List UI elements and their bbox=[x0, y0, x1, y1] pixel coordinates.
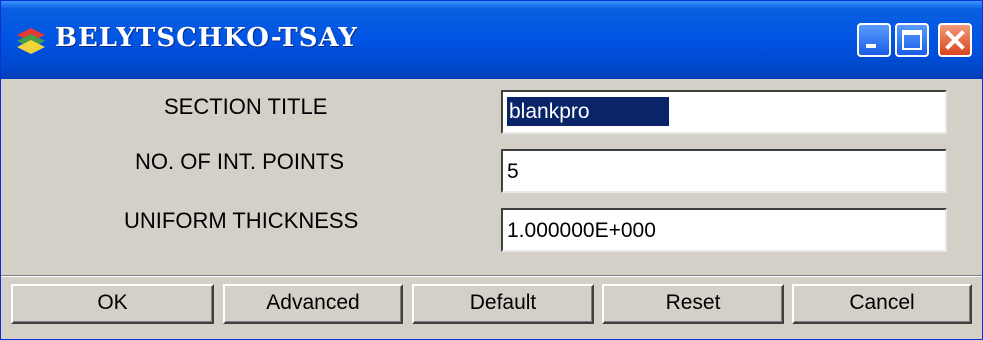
uniform-thickness-value: 1.000000E+000 bbox=[507, 219, 656, 242]
uniform-thickness-input[interactable]: 1.000000E+000 bbox=[501, 208, 947, 252]
section-title-label: SECTION TITLE bbox=[164, 94, 328, 119]
int-points-value: 5 bbox=[507, 160, 519, 183]
int-points-input[interactable]: 5 bbox=[501, 149, 947, 193]
title-bar[interactable]: BELYTSCHKO-TSAY bbox=[1, 1, 982, 79]
close-icon bbox=[945, 30, 965, 50]
cancel-button[interactable]: Cancel bbox=[792, 284, 972, 324]
minimize-button[interactable] bbox=[857, 23, 891, 57]
uniform-thickness-label: UNIFORM THICKNESS bbox=[124, 208, 359, 233]
ok-button[interactable]: OK bbox=[11, 284, 214, 324]
app-icon bbox=[17, 28, 45, 54]
section-title-input[interactable]: blankpro bbox=[501, 90, 947, 134]
close-button[interactable] bbox=[938, 23, 972, 57]
section-title-value: blankpro bbox=[507, 97, 669, 126]
dialog-window: BELYTSCHKO-TSAY SECTION TITLE blankpro N… bbox=[0, 0, 983, 340]
maximize-icon bbox=[902, 30, 922, 50]
maximize-button[interactable] bbox=[895, 23, 929, 57]
minimize-icon bbox=[866, 44, 876, 48]
reset-button[interactable]: Reset bbox=[602, 284, 784, 324]
advanced-button[interactable]: Advanced bbox=[223, 284, 403, 324]
default-button[interactable]: Default bbox=[412, 284, 594, 324]
window-title: BELYTSCHKO-TSAY bbox=[55, 23, 358, 53]
separator bbox=[1, 275, 982, 277]
int-points-label: NO. OF INT. POINTS bbox=[135, 149, 345, 174]
